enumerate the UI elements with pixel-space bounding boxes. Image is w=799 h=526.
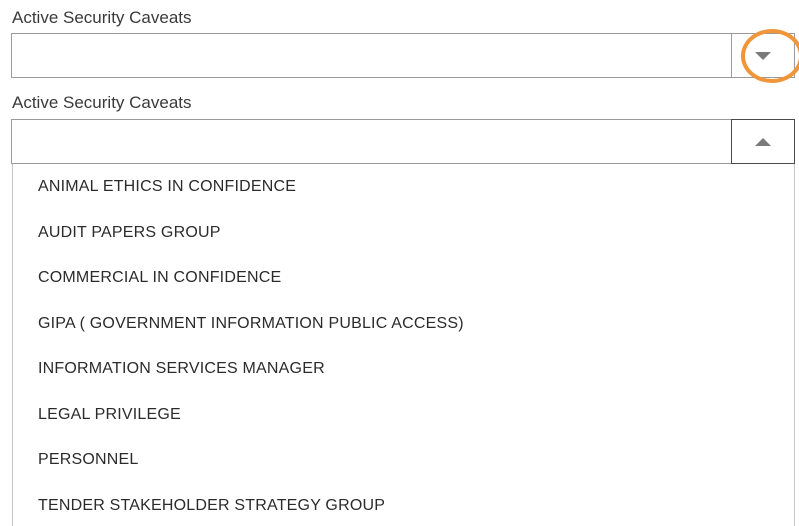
dropdown-option-information-services[interactable]: INFORMATION SERVICES MANAGER <box>13 346 794 392</box>
dropdown-toggle-button[interactable] <box>731 33 795 78</box>
dropdown-option-animal-ethics[interactable]: ANIMAL ETHICS IN CONFIDENCE <box>13 164 794 210</box>
dropdown-option-tender-stakeholder[interactable]: TENDER STAKEHOLDER STRATEGY GROUP <box>13 483 794 526</box>
dropdown-option-commercial[interactable]: COMMERCIAL IN CONFIDENCE <box>13 255 794 301</box>
field-label-active-security-caveats: Active Security Caveats <box>12 8 192 27</box>
chevron-down-icon <box>755 51 771 60</box>
security-caveats-input[interactable] <box>12 34 730 77</box>
field-label-active-security-caveats-expanded: Active Security Caveats <box>12 93 192 112</box>
dropdown-option-legal-privilege[interactable]: LEGAL PRIVILEGE <box>13 392 794 438</box>
chevron-up-icon <box>755 137 771 146</box>
security-caveats-combobox-expanded[interactable] <box>11 119 795 164</box>
dropdown-options-list: ANIMAL ETHICS IN CONFIDENCE AUDIT PAPERS… <box>12 164 795 526</box>
security-caveats-combobox[interactable] <box>11 33 795 78</box>
dropdown-toggle-button-expanded[interactable] <box>731 119 795 164</box>
dropdown-option-audit-papers[interactable]: AUDIT PAPERS GROUP <box>13 210 794 256</box>
dropdown-option-personnel[interactable]: PERSONNEL <box>13 437 794 483</box>
dropdown-option-gipa[interactable]: GIPA ( GOVERNMENT INFORMATION PUBLIC ACC… <box>13 301 794 347</box>
security-caveats-input-expanded[interactable] <box>12 120 730 163</box>
